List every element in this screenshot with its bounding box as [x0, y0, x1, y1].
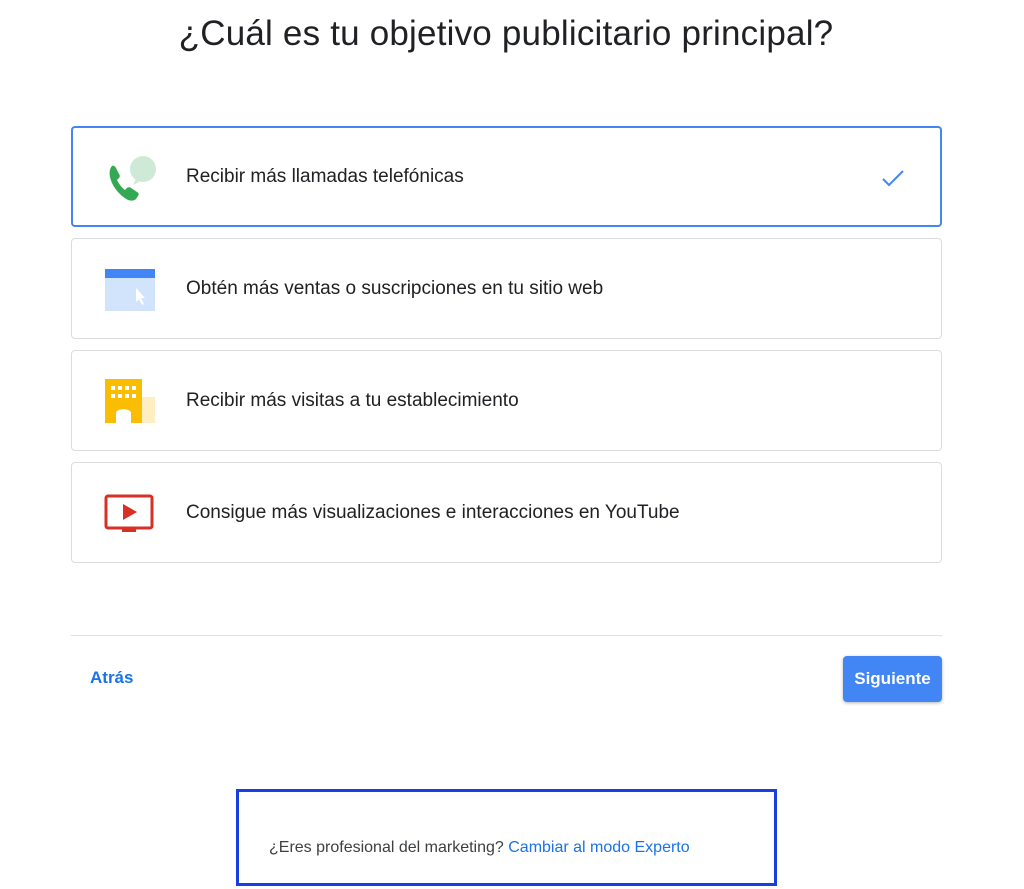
page-title: ¿Cuál es tu objetivo publicitario princi…	[178, 14, 834, 53]
goal-options-list: Recibir más llamadas telefónicas Obtén m…	[71, 126, 942, 574]
footer-divider	[71, 635, 942, 636]
option-label: Recibir más visitas a tu establecimiento	[186, 389, 519, 411]
option-label: Obtén más ventas o suscripciones en tu s…	[186, 277, 604, 299]
expert-mode-question: ¿Eres profesional del marketing?	[269, 839, 504, 856]
checkmark-icon	[880, 165, 906, 191]
expert-mode-box: ¿Eres profesional del marketing? Cambiar…	[236, 789, 777, 886]
phone-call-icon	[103, 154, 159, 202]
option-phone-calls[interactable]: Recibir más llamadas telefónicas	[71, 126, 942, 227]
option-youtube-views[interactable]: Consigue más visualizaciones e interacci…	[71, 462, 942, 563]
expert-mode-prompt: ¿Eres profesional del marketing? Cambiar…	[269, 839, 690, 857]
youtube-play-icon	[102, 489, 158, 537]
back-link[interactable]: Atrás	[90, 668, 133, 688]
next-button[interactable]: Siguiente	[843, 656, 942, 702]
storefront-icon	[102, 377, 158, 425]
option-website-sales[interactable]: Obtén más ventas o suscripciones en tu s…	[71, 238, 942, 339]
option-label: Recibir más llamadas telefónicas	[186, 165, 464, 187]
switch-to-expert-mode-link[interactable]: Cambiar al modo Experto	[508, 839, 689, 856]
website-cursor-icon	[102, 265, 158, 313]
option-label: Consigue más visualizaciones e interacci…	[186, 501, 680, 523]
option-store-visits[interactable]: Recibir más visitas a tu establecimiento	[71, 350, 942, 451]
